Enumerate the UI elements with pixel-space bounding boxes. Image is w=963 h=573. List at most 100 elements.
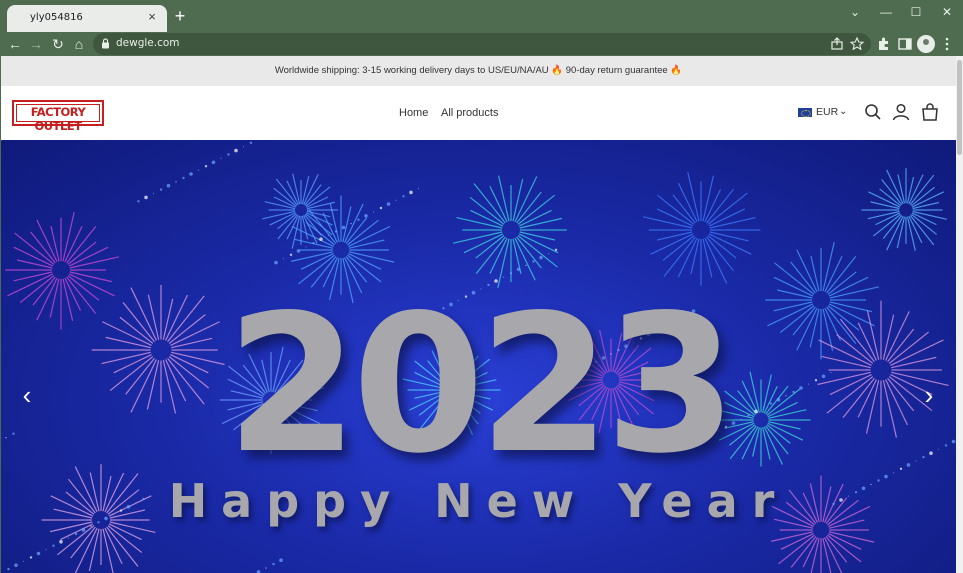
firework-ray <box>473 183 506 224</box>
sparkle-dot <box>204 165 208 168</box>
profile-avatar[interactable] <box>917 35 935 53</box>
sparkle-dot <box>279 558 283 562</box>
nav-home-link[interactable]: Home <box>399 107 428 119</box>
firework-ray <box>304 184 322 206</box>
sparkle-dot <box>364 214 368 218</box>
browser-tab[interactable]: yly054816 × <box>7 5 167 32</box>
firework-ray <box>517 235 558 268</box>
sparkle-dot <box>289 253 293 256</box>
firework-ray <box>107 525 143 554</box>
sparkle-dot <box>516 267 521 272</box>
sparkle-dot <box>182 176 185 180</box>
sparkle-dot <box>22 560 25 562</box>
firework-ray <box>778 534 815 565</box>
firework-ray <box>16 259 53 269</box>
web-page: Worldwide shipping: 3-15 working deliver… <box>1 56 956 573</box>
firework-ray <box>706 236 735 272</box>
tab-close-icon[interactable]: × <box>145 10 159 24</box>
sparkle-dot <box>272 562 275 566</box>
firework-ray <box>519 231 556 241</box>
tab-search-icon[interactable]: ⌄ <box>846 5 864 19</box>
forward-button[interactable]: → <box>27 35 45 53</box>
sparkle-dot <box>211 160 216 165</box>
sparkle-dot <box>29 556 33 559</box>
sparkle-dot <box>227 153 230 156</box>
sparkle-dot <box>327 234 330 236</box>
firework-ray <box>872 213 902 237</box>
browser-toolbar: ← → ↻ ⌂ dewgle.com <box>0 32 963 56</box>
sparkle-dot <box>409 190 413 195</box>
firework-ray <box>66 225 97 264</box>
sparkle-dot <box>334 230 338 233</box>
sparkle-dot <box>312 241 315 245</box>
account-icon[interactable] <box>890 101 912 123</box>
sparkle-dot <box>67 537 70 539</box>
firework-ray <box>690 238 700 275</box>
slideshow-next-button[interactable]: › <box>919 380 939 410</box>
scrollbar-thumb[interactable] <box>957 60 962 155</box>
firework-ray <box>707 192 748 225</box>
sparkle-dot <box>274 260 278 265</box>
browser-menu-icon[interactable] <box>938 35 956 53</box>
firework-ray <box>30 231 56 264</box>
firework-ray <box>517 194 556 225</box>
home-button[interactable]: ⌂ <box>70 35 88 53</box>
sparkle-dot <box>357 218 360 221</box>
firework-ray <box>826 255 857 294</box>
back-button[interactable]: ← <box>6 35 24 53</box>
url-text[interactable]: dewgle.com <box>116 37 180 49</box>
cart-icon[interactable] <box>919 101 941 123</box>
close-window-button[interactable]: ✕ <box>938 5 956 19</box>
page-scrollbar[interactable] <box>956 56 963 573</box>
hero-greeting-text: Happy New Year <box>168 474 789 528</box>
sparkle-dot <box>282 258 285 260</box>
minimize-button[interactable]: — <box>877 5 895 19</box>
firework-ray <box>14 232 55 265</box>
sparkle-dot <box>554 248 558 251</box>
sparkle-dot <box>45 549 47 551</box>
sparkle-dot <box>152 192 155 195</box>
site-header: FACTORY OUTLET Home All products EUR ⌄ <box>1 86 956 140</box>
address-bar[interactable]: dewgle.com <box>93 33 871 55</box>
share-icon[interactable] <box>829 36 845 52</box>
search-icon[interactable] <box>862 101 884 123</box>
firework-ray <box>881 179 903 206</box>
firework-ray <box>469 196 505 225</box>
chevron-down-icon: ⌄ <box>839 106 848 117</box>
announcement-text: Worldwide shipping: 3-15 working deliver… <box>274 65 683 76</box>
new-tab-button[interactable]: + <box>172 7 188 25</box>
sparkle-dot <box>7 567 10 571</box>
firework-ray <box>106 526 139 567</box>
sparkle-dot <box>220 157 222 159</box>
firework-ray <box>790 261 816 294</box>
sparkle-dot <box>417 187 420 190</box>
reload-button[interactable]: ↻ <box>49 35 67 53</box>
sparkle-dot <box>242 146 245 148</box>
sparkle-dot <box>159 188 163 191</box>
sparkle-dot <box>341 225 346 230</box>
side-panel-icon[interactable] <box>896 35 914 53</box>
firework-ray <box>475 236 506 275</box>
nav-all-products-link[interactable]: All products <box>441 107 498 119</box>
firework-ray <box>304 214 322 236</box>
firework-ray <box>910 213 937 235</box>
maximize-button[interactable]: ☐ <box>907 5 925 19</box>
tab-title: yly054816 <box>30 12 83 23</box>
sparkle-dot <box>197 169 200 171</box>
sparkle-dot <box>296 249 301 253</box>
sparkle-dot <box>189 172 193 176</box>
sparkle-dot <box>305 246 307 248</box>
sparkle-dot <box>137 200 140 203</box>
extensions-icon[interactable] <box>875 35 893 53</box>
slideshow-prev-button[interactable]: ‹ <box>17 380 37 410</box>
sparkle-dot <box>249 141 253 144</box>
firework-ray <box>663 236 696 277</box>
logo-text: FACTORY OUTLET <box>30 105 86 133</box>
sparkle-dot <box>539 255 543 260</box>
bookmark-star-icon[interactable] <box>849 36 865 52</box>
hero-year-text: 2023 <box>226 274 737 495</box>
sparkle-dot <box>175 181 177 183</box>
sparkle-dot <box>81 528 86 532</box>
sparkle-dot <box>532 260 535 263</box>
site-logo[interactable]: FACTORY OUTLET <box>12 100 104 133</box>
